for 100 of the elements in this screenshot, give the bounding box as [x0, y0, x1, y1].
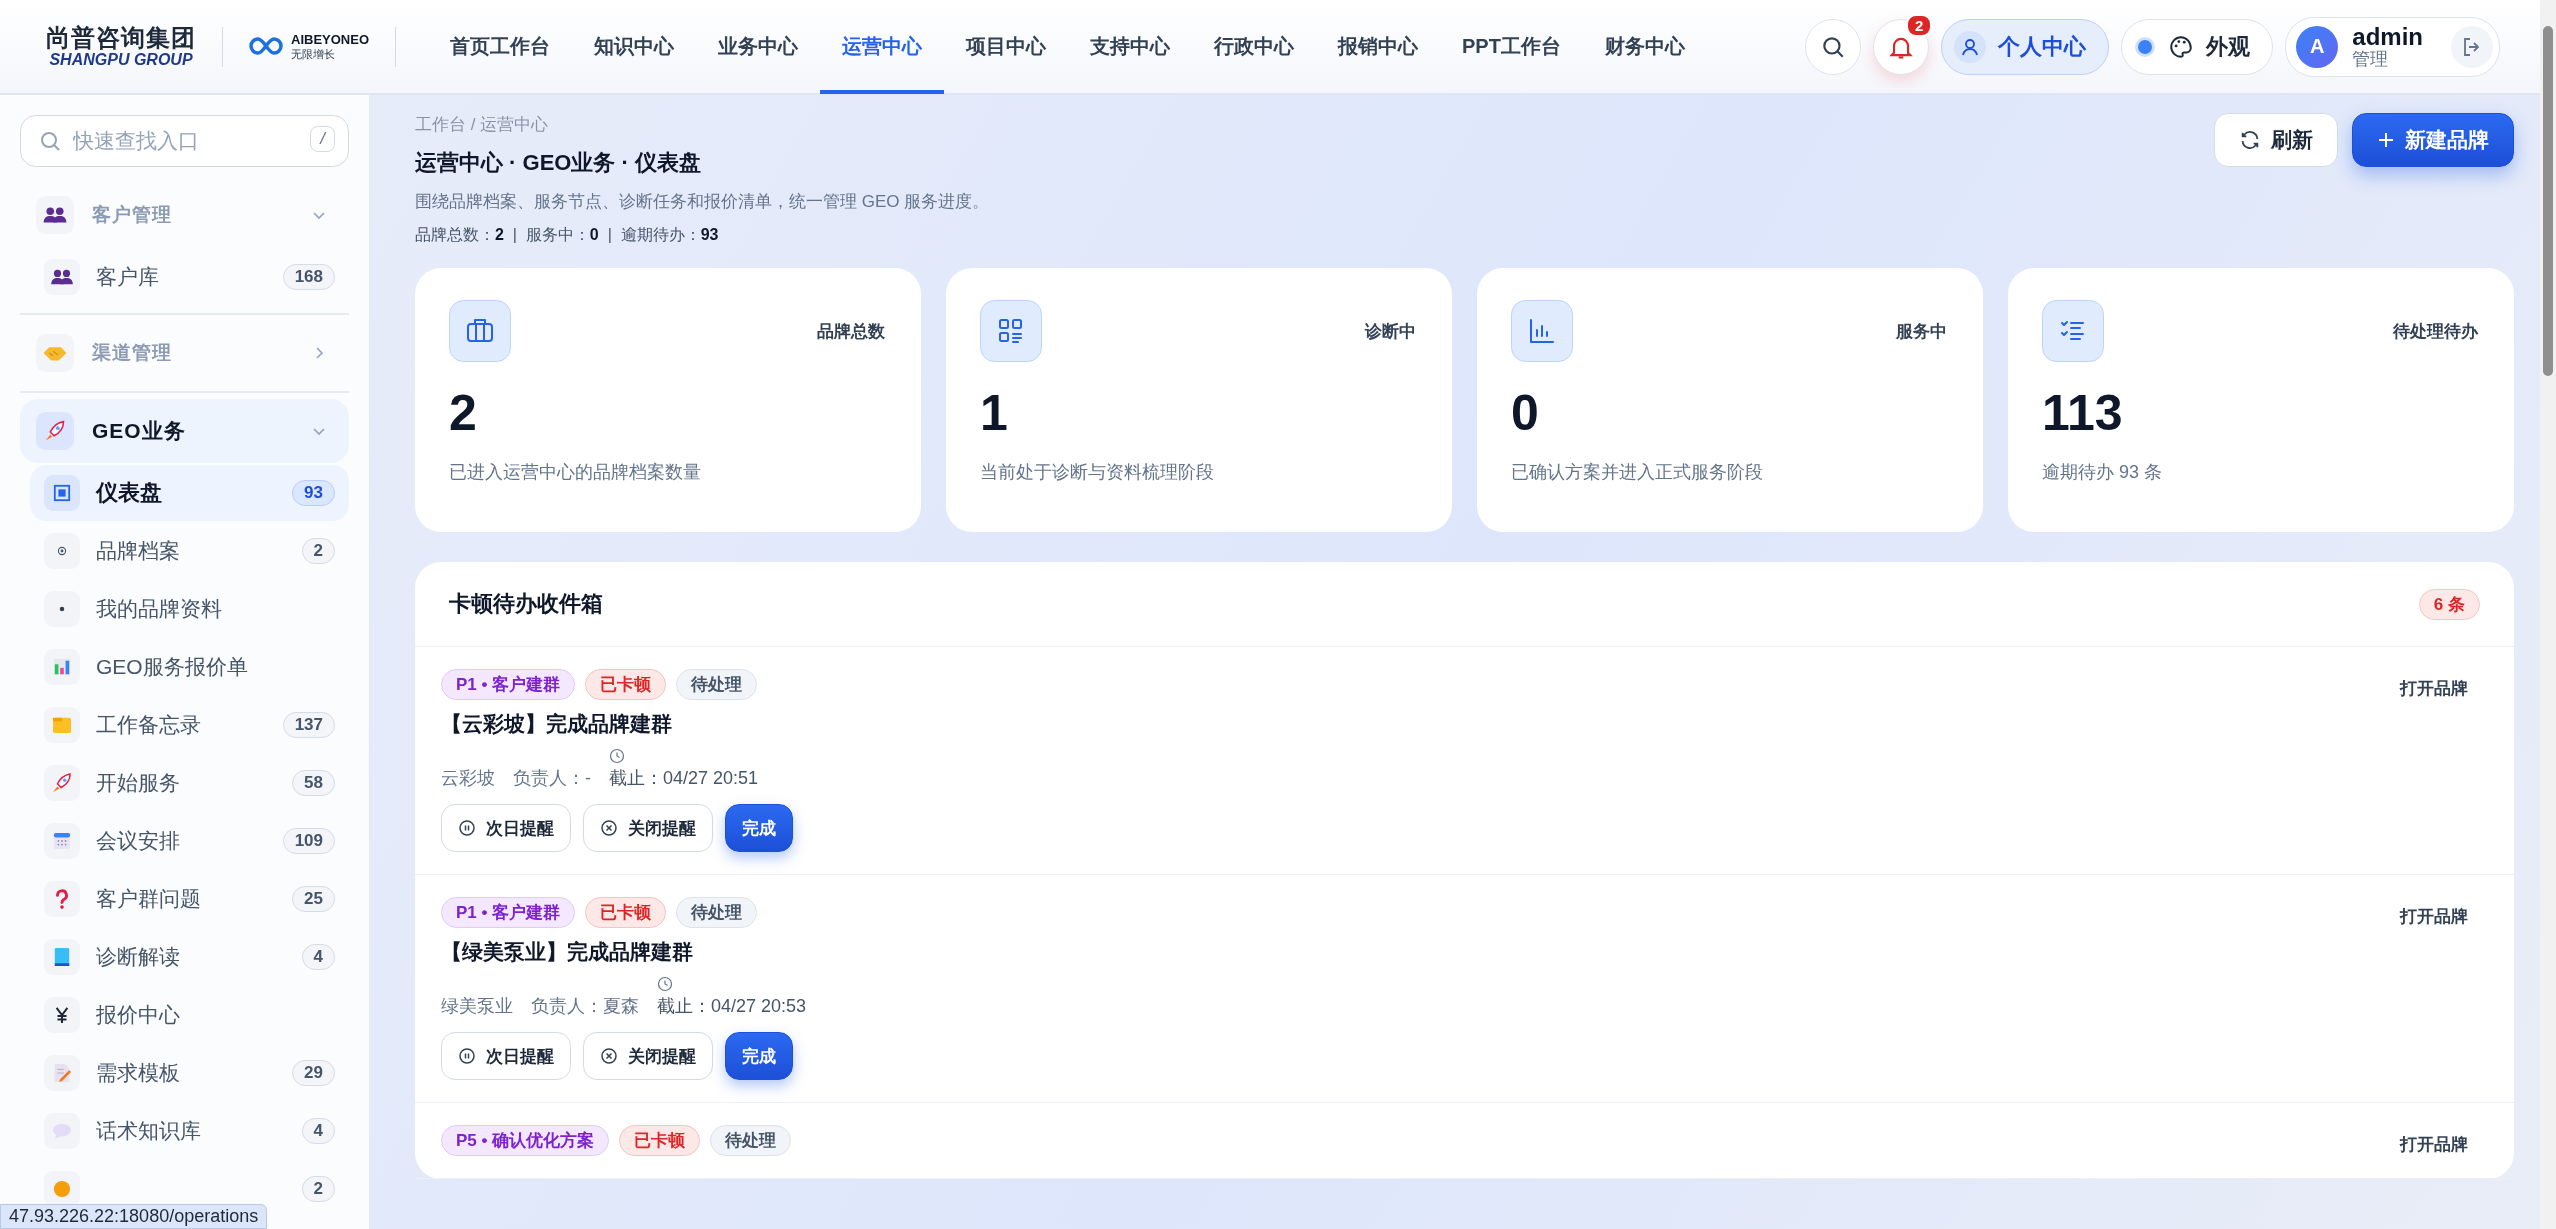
menu-item[interactable]: 会议安排 109 [30, 813, 349, 869]
logo-subtitle: SHANGPU GROUP [49, 50, 193, 69]
menu-item[interactable]: 品牌档案 2 [30, 523, 349, 579]
yen-icon [44, 997, 80, 1033]
remind-tomorrow-button[interactable]: 次日提醒 [441, 1032, 571, 1080]
priority-tag: P1 • 客户建群 [441, 669, 576, 700]
count-badge: 2 [301, 1176, 335, 1202]
nav-tab[interactable]: 运营中心 [820, 0, 944, 94]
user-icon [1954, 30, 1987, 63]
open-brand-link[interactable]: 打开品牌 [2400, 677, 2468, 700]
nav-tab[interactable]: 报销中心 [1316, 0, 1440, 94]
complete-button[interactable]: 完成 [725, 804, 793, 852]
bar-chart-icon [44, 649, 80, 685]
user-avatar: A [2296, 25, 2339, 68]
nav-tab[interactable]: 财务中心 [1582, 0, 1707, 94]
shortcut-key: / [310, 126, 335, 152]
owner-label: 负责人：夏森 [531, 995, 639, 1018]
status-tag: 已卡顿 [619, 1125, 701, 1156]
stat-note: 逾期待办 93 条 [2042, 461, 2164, 484]
stat-label: 服务中 [1896, 320, 1947, 343]
stats-summary: 品牌总数：2 | 服务中：0 | 逾期待办：93 [415, 225, 720, 245]
new-brand-button[interactable]: 新建品牌 [2352, 113, 2514, 167]
close-circle-icon [600, 819, 618, 837]
appearance-button[interactable]: 外观 [2121, 18, 2274, 75]
color-dot-icon [2134, 35, 2157, 58]
partner-logo-subtitle: 无限增长 [291, 47, 336, 61]
calendar-icon [44, 823, 80, 859]
book-icon [44, 939, 80, 975]
memo-icon [44, 1055, 80, 1091]
task-title: 【绿美泵业】完成品牌建群 [441, 939, 694, 965]
nav-tab[interactable]: 项目中心 [944, 0, 1068, 94]
square-icon [44, 475, 80, 511]
logout-button[interactable] [2451, 25, 2493, 68]
nav-tab[interactable]: 首页工作台 [428, 0, 572, 94]
bar-chart-icon [1511, 300, 1573, 362]
brand-name: 绿美泵业 [441, 995, 513, 1018]
question-mark-icon [44, 881, 80, 917]
briefcase-icon [449, 300, 511, 362]
menu-item[interactable]: 工作备忘录 137 [30, 697, 349, 753]
count-badge: 25 [292, 886, 335, 912]
open-brand-link[interactable]: 打开品牌 [2400, 905, 2468, 928]
complete-button[interactable]: 完成 [725, 1032, 793, 1080]
menu-item[interactable]: GEO服务报价单 [30, 639, 349, 695]
partner-logo-title: AIBEYONEO [291, 32, 369, 48]
nav-tab[interactable]: 支持中心 [1068, 0, 1192, 94]
search-icon [38, 129, 62, 153]
open-brand-link[interactable]: 打开品牌 [2400, 1133, 2468, 1156]
count-badge: 93 [292, 480, 335, 506]
dismiss-reminder-button[interactable]: 关闭提醒 [583, 1032, 713, 1080]
priority-tag: P5 • 确认优化方案 [441, 1125, 610, 1156]
count-badge: 109 [282, 828, 335, 854]
menu-item[interactable]: 报价中心 [30, 987, 349, 1043]
nav-tab[interactable]: 业务中心 [696, 0, 820, 94]
menu-item[interactable]: 我的品牌资料 [30, 581, 349, 637]
menu-item[interactable]: 开始服务 58 [30, 755, 349, 811]
menu-item[interactable]: 客户库 168 [30, 249, 349, 305]
nav-tab[interactable]: PPT工作台 [1440, 0, 1583, 94]
user-name: admin [2352, 24, 2423, 50]
grid-icon [980, 300, 1042, 362]
count-badge: 4 [301, 1118, 335, 1144]
stat-note: 当前处于诊断与资料梳理阶段 [980, 461, 1215, 484]
palette-icon [2168, 33, 2195, 60]
menu-item[interactable]: 需求模板 29 [30, 1045, 349, 1101]
menu-item[interactable]: 仪表盘 93 [30, 465, 349, 521]
clock-icon [609, 748, 625, 764]
breadcrumb: 工作台 / 运营中心 [415, 114, 550, 136]
nav-tab[interactable]: 知识中心 [572, 0, 696, 94]
profile-button[interactable]: 个人中心 [1941, 18, 2110, 75]
nav-tab[interactable]: 行政中心 [1192, 0, 1316, 94]
rocket-icon [36, 412, 74, 450]
user-menu[interactable]: A admin 管理 [2285, 16, 2500, 77]
dismiss-reminder-button[interactable]: 关闭提醒 [583, 804, 713, 852]
status-tag: 已卡顿 [585, 897, 667, 928]
user-role: 管理 [2352, 49, 2390, 69]
refresh-button[interactable]: 刷新 [2214, 113, 2338, 167]
stat-note: 已进入运营中心的品牌档案数量 [449, 461, 702, 484]
pause-circle-icon [458, 1047, 476, 1065]
deadline-text: 截止：04/27 20:53 [657, 995, 807, 1018]
pause-circle-icon [458, 819, 476, 837]
logo-title: 尚普咨询集团 [46, 24, 196, 51]
status-tag: 已卡顿 [585, 669, 667, 700]
menu-group-header[interactable]: GEO业务 [20, 399, 349, 463]
checklist-icon [2042, 300, 2104, 362]
deadline-text: 截止：04/27 20:51 [609, 767, 759, 790]
people-icon [36, 196, 74, 234]
count-badge: 6 条 [2418, 588, 2480, 620]
infinity-logo-icon [249, 35, 283, 58]
scrollbar-thumb[interactable] [2543, 26, 2553, 376]
count-badge: 2 [301, 538, 335, 564]
count-badge: 168 [282, 264, 335, 290]
task-title: 【云彩坡】完成品牌建群 [441, 711, 673, 737]
clock-icon [657, 976, 673, 992]
remind-tomorrow-button[interactable]: 次日提醒 [441, 804, 571, 852]
menu-item[interactable]: 客户群问题 25 [30, 871, 349, 927]
status-tag: 待处理 [676, 669, 758, 700]
count-badge: 29 [292, 1060, 335, 1086]
menu-item[interactable]: 诊断解读 4 [30, 929, 349, 985]
url-tooltip: 47.93.226.22:18080/operations [0, 1204, 268, 1229]
menu-item[interactable]: 话术知识库 4 [30, 1103, 349, 1159]
status-tag: 待处理 [710, 1125, 792, 1156]
